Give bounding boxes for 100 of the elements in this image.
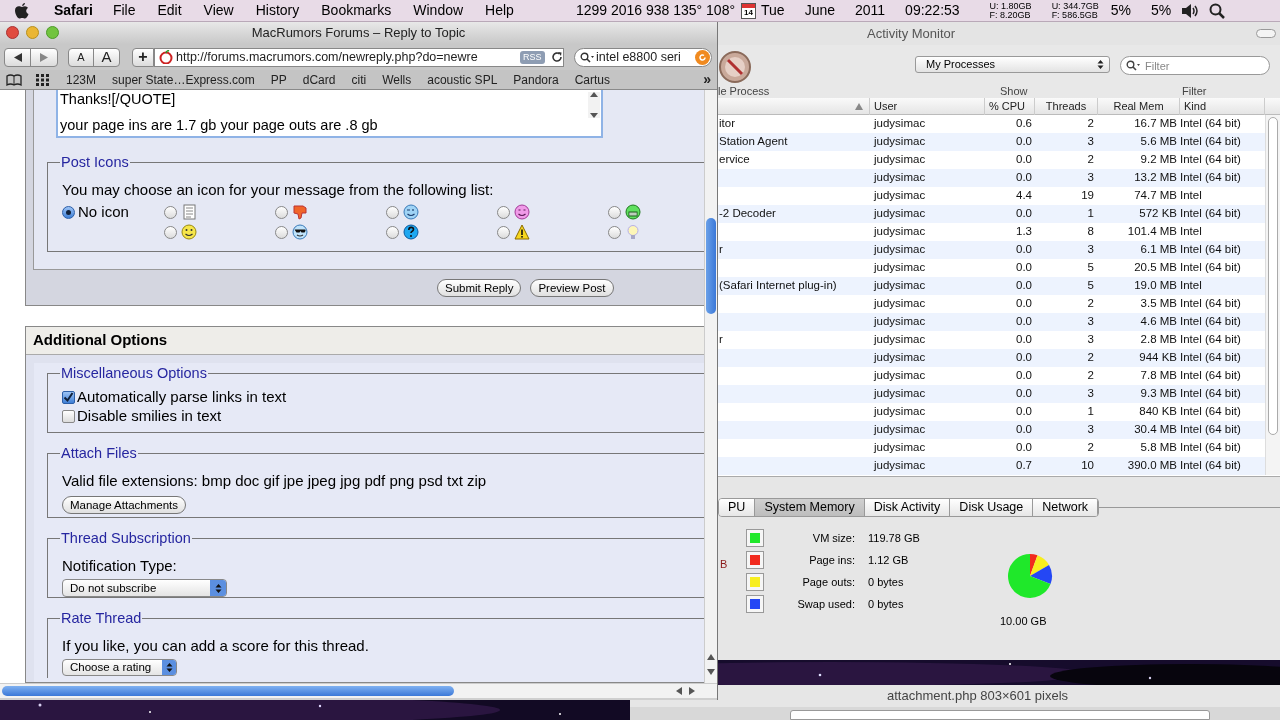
tab[interactable]: PU [719, 499, 756, 516]
left-arrow-icon[interactable] [675, 687, 682, 695]
more-bookmarks-button[interactable]: » [703, 69, 711, 90]
message-text: Thanks![/QUOTE] [60, 90, 176, 109]
close-button[interactable] [6, 26, 19, 39]
menu-item[interactable]: Edit [157, 0, 182, 21]
bookmark-link[interactable]: acoustic SPL [427, 70, 498, 89]
notification-dropdown[interactable]: Do not subscribe [62, 579, 227, 598]
table-cell-text: Intel [1180, 224, 1202, 240]
menu-item[interactable]: History [255, 0, 300, 21]
column-header[interactable]: Real Mem [1098, 98, 1180, 115]
bookmark-link[interactable]: Pandora [513, 70, 559, 89]
radio-button[interactable] [164, 205, 177, 219]
snapback-button[interactable] [695, 49, 710, 65]
app-menu[interactable]: Safari [54, 0, 93, 21]
clock[interactable]: 09:22:53 [905, 0, 960, 21]
up-arrow-icon[interactable] [590, 92, 598, 97]
legend-swatch[interactable] [746, 595, 764, 613]
zoom-button[interactable] [46, 26, 59, 39]
search-field[interactable]: intel e8800 seri [574, 47, 712, 67]
table-cell-text: 0.0 [1016, 332, 1033, 348]
bookmark-link[interactable]: citi [351, 70, 367, 89]
column-header[interactable]: User [870, 98, 985, 115]
bookmark-link[interactable]: 123M [66, 70, 97, 89]
radio-button[interactable] [497, 225, 510, 239]
column-header[interactable]: Kind [1180, 98, 1265, 115]
instruction-text: If you like, you can add a score for this thread. [62, 635, 370, 656]
checkbox[interactable] [62, 390, 75, 404]
bookmark-link[interactable]: dCard [302, 70, 336, 89]
checkbox[interactable] [62, 409, 75, 423]
horizontal-scrollbar[interactable] [0, 683, 717, 698]
radio-button[interactable] [386, 225, 399, 239]
submit-reply-button[interactable]: Submit Reply [437, 278, 522, 297]
scroll-thumb[interactable] [706, 218, 716, 314]
table-cell-text: judysimac [872, 242, 926, 258]
note-icon [181, 204, 197, 221]
menu-item[interactable]: View [203, 0, 234, 21]
column-header[interactable]: % CPU [985, 98, 1035, 115]
tab[interactable]: Disk Activity [864, 499, 951, 516]
tab[interactable]: System Memory [755, 499, 865, 516]
manage-attachments-button[interactable]: Manage Attachments [62, 496, 187, 515]
table-cell-text: 10 [1081, 458, 1095, 474]
radio-button[interactable] [275, 205, 288, 219]
book-icon[interactable] [6, 73, 22, 86]
rating-dropdown[interactable]: Choose a rating [62, 659, 177, 677]
tab[interactable]: Disk Usage [950, 499, 1034, 516]
radio-button[interactable] [608, 225, 621, 239]
table-cell-text: 3 [1087, 422, 1095, 438]
radio-button[interactable] [275, 225, 288, 239]
bookmark-link[interactable]: Wells [382, 70, 412, 89]
grid-icon[interactable] [36, 73, 50, 86]
menu-item[interactable]: Bookmarks [321, 0, 392, 21]
textarea-scrollbar[interactable] [588, 92, 600, 118]
search-icon[interactable] [1209, 2, 1226, 19]
scroll-thumb[interactable] [1268, 117, 1278, 435]
legend-swatch[interactable] [746, 551, 764, 569]
message-textarea[interactable]: Thanks![/QUOTE] your page ins are 1.7 gb your page outs are .8 gb [56, 90, 603, 138]
radio-button[interactable] [497, 205, 510, 219]
down-arrow-icon[interactable] [590, 113, 598, 118]
right-arrow-icon[interactable] [688, 687, 695, 695]
up-arrow-icon[interactable] [707, 653, 715, 660]
radio-button[interactable] [386, 205, 399, 219]
table-cell: ervice [719, 153, 750, 166]
add-bookmark-button[interactable]: + [132, 47, 154, 67]
scrollbar[interactable] [1265, 115, 1280, 475]
text-bigger-button[interactable]: A [94, 48, 119, 66]
address-field[interactable]: http://forums.macrumors.com/newreply.php?do=newre RSS [154, 47, 564, 67]
menu-item[interactable]: Window [413, 0, 464, 21]
filter-field[interactable]: Filter [1120, 56, 1270, 75]
process-filter-dropdown[interactable]: My Processes [915, 56, 1110, 73]
legend-swatch[interactable] [746, 573, 764, 591]
apple-icon[interactable] [14, 1, 30, 20]
menu-item[interactable]: Help [485, 0, 514, 21]
column-header[interactable]: Threads [1035, 98, 1098, 115]
stop-sign-icon[interactable] [718, 50, 752, 84]
table-cell-text: judysimac [872, 350, 926, 366]
down-arrow-icon[interactable] [707, 668, 715, 675]
table-cell-text: Intel (64 bit) [1180, 134, 1241, 150]
radio-button[interactable] [62, 205, 75, 219]
table-cell-text: 1 [1087, 206, 1095, 222]
toolbar-toggle-button[interactable] [1256, 29, 1276, 38]
url-field[interactable] [790, 710, 1210, 720]
bookmark-link[interactable]: Cartus [574, 70, 611, 89]
preview-post-button[interactable]: Preview Post [530, 278, 614, 297]
radio-button[interactable] [164, 225, 177, 239]
reload-icon[interactable] [550, 51, 563, 63]
legend-label: VM size: [811, 530, 855, 546]
volume-icon[interactable] [1181, 2, 1200, 19]
text-smaller-button[interactable]: A [69, 48, 94, 66]
minimize-button[interactable] [26, 26, 39, 39]
scroll-thumb[interactable] [2, 686, 454, 696]
bookmark-link[interactable]: PP [270, 70, 287, 89]
scrollbar[interactable] [704, 90, 717, 683]
menu-item[interactable]: File [112, 0, 136, 21]
table-cell-text: 0.0 [1016, 350, 1033, 366]
window-title: Activity Monitor [867, 24, 956, 43]
legend-swatch[interactable] [746, 529, 764, 547]
radio-button[interactable] [608, 205, 621, 219]
tab[interactable]: Network [1033, 499, 1099, 516]
bookmark-link[interactable]: super State…Express.com [112, 70, 255, 89]
